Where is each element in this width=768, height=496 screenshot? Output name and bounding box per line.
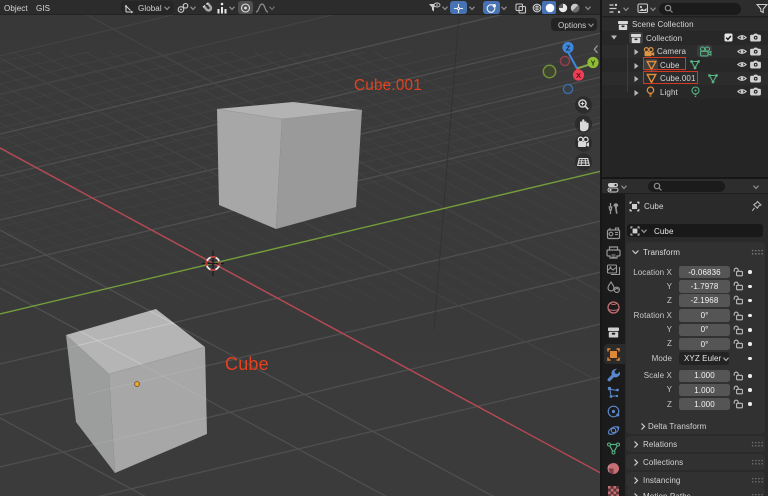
svg-text:Y: Y xyxy=(590,58,595,67)
svg-text:Z: Z xyxy=(566,43,571,52)
svg-text:X: X xyxy=(576,71,581,80)
